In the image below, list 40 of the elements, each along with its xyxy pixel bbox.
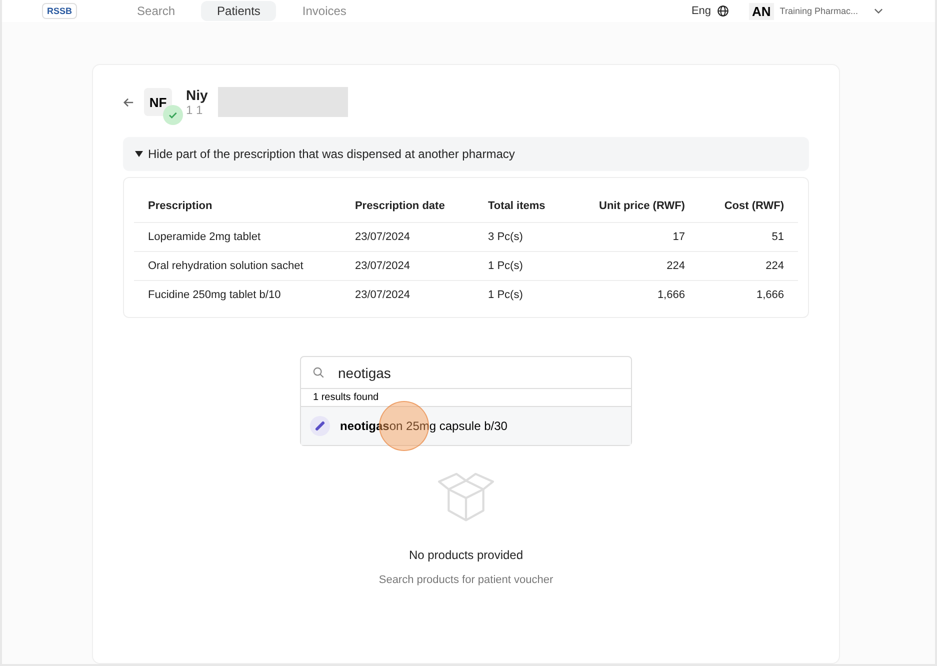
patient-id: 1 1: [186, 103, 204, 117]
table-cell: 23/07/2024: [340, 252, 474, 280]
column-header: Unit price (RWF): [570, 190, 699, 222]
back-arrow-icon[interactable]: [123, 96, 134, 108]
table-cell: 1 Pc(s): [474, 280, 570, 309]
table-cell: Oral rehydration solution sachet: [134, 252, 341, 280]
logo-badge: RSSB: [42, 3, 78, 19]
table-cell: 1,666: [698, 280, 798, 309]
column-header: Prescription date: [340, 190, 474, 222]
search-icon: [313, 367, 324, 378]
chevron-down-icon[interactable]: [874, 8, 883, 14]
empty-subtitle: Search products for patient voucher: [378, 574, 554, 586]
user-role: Training Pharmac...: [780, 6, 858, 16]
nav-tab[interactable]: Search: [121, 1, 192, 21]
table-cell: 17: [570, 222, 699, 252]
caret-down-icon: [135, 151, 143, 157]
empty-box-icon: [437, 472, 495, 524]
column-header: Cost (RWF): [698, 190, 798, 222]
table-cell: 3 Pc(s): [474, 222, 570, 252]
column-header: Prescription: [134, 190, 341, 222]
search-field[interactable]: neotigas: [336, 364, 619, 382]
table-cell: 224: [570, 252, 699, 280]
user-initials: AN: [749, 2, 774, 20]
nav-tab[interactable]: Patients: [201, 1, 276, 21]
nav-tab[interactable]: Invoices: [286, 1, 362, 21]
language-label[interactable]: Eng: [691, 5, 712, 17]
table-cell: 51: [698, 222, 798, 252]
pill-icon: [310, 416, 330, 436]
table-cell: Loperamide 2mg tablet: [134, 222, 341, 252]
column-header: Total items: [474, 190, 570, 222]
globe-icon[interactable]: [717, 5, 730, 17]
table-cell: 23/07/2024: [340, 222, 474, 252]
table-cell: 23/07/2024: [340, 280, 474, 309]
table-cell: 1 Pc(s): [474, 252, 570, 280]
table-cell: Fucidine 250mg tablet b/10: [134, 280, 341, 309]
patient-name: Niy: [186, 87, 208, 103]
table-cell: 224: [698, 252, 798, 280]
empty-title: No products provided: [408, 548, 524, 562]
collapse-toggle[interactable]: Hide part of the prescription that was dispensed at another pharmacy: [123, 137, 809, 171]
table-cell: 1,666: [570, 280, 699, 309]
